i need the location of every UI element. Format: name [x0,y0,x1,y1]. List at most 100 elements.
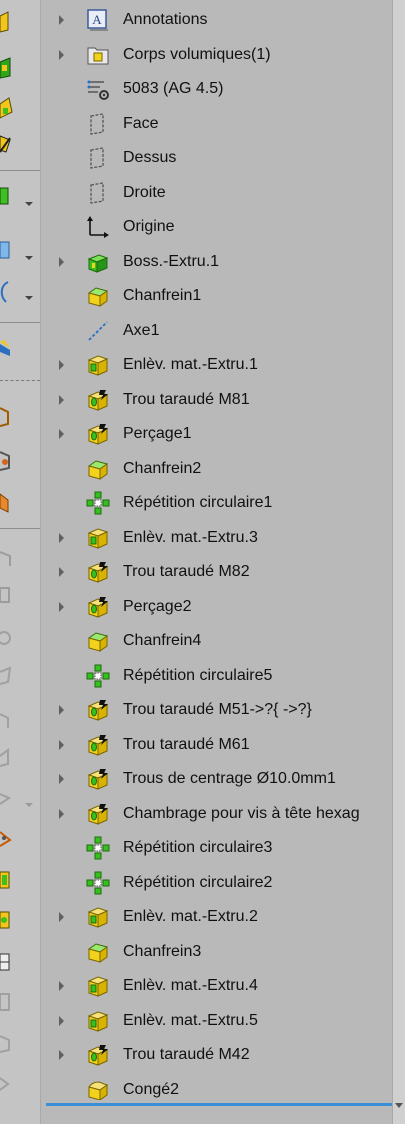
loft-boss-tool-icon[interactable] [0,132,22,156]
circular-pattern-icon [86,664,110,688]
expand-arrow-icon[interactable] [59,912,64,922]
curve-driven-tool-icon-disabled[interactable] [0,1070,22,1094]
tree-item[interactable]: 5083 (AG 4.5) [46,72,392,106]
expand-arrow-icon[interactable] [59,15,64,25]
chevron-down-icon[interactable] [25,796,33,807]
table-tool-icon[interactable] [0,950,22,974]
fillet-tool-icon-disabled[interactable] [0,546,22,570]
tree-item[interactable]: Répétition circulaire1 [46,486,392,520]
move-face-tool-icon-disabled[interactable] [0,1030,22,1054]
hole-wizard-icon [86,767,110,791]
tree-item[interactable]: Trous de centrage Ø10.0mm1 [46,762,392,796]
hole-wizard-icon [86,698,110,722]
tree-item-label: Trou taraudé M82 [123,563,250,580]
tree-item[interactable]: Boss.-Extru.1 [46,245,392,279]
expand-arrow-icon[interactable] [59,1015,64,1026]
swept-cut-tool-icon[interactable] [0,490,22,514]
chevron-down-icon[interactable] [25,195,33,206]
tree-item-label: Enlèv. mat.-Extru.4 [123,977,258,994]
tree-item[interactable]: Trou taraudé M42 [46,1038,392,1072]
reference-geometry-tool-icon[interactable] [0,238,22,262]
tree-item[interactable]: Perçage1 [46,417,392,451]
extruded-cut-tool-icon[interactable] [0,404,22,428]
tree-item-label: Répétition circulaire3 [123,839,273,856]
tree-item[interactable]: Perçage2 [46,590,392,624]
toolbar-separator [0,322,40,323]
expand-arrow-icon[interactable] [59,1050,64,1060]
tree-item-label: Perçage2 [123,597,192,615]
tree-item[interactable]: Trou taraudé M81 [46,383,392,417]
tree-item[interactable]: Trou taraudé M82 [46,555,392,589]
split-tool-icon-disabled[interactable] [0,990,22,1014]
instant3d-tool-icon[interactable] [0,336,22,360]
tree-scrollbar[interactable] [392,0,405,1124]
tree-item-label: Boss.-Extru.1 [123,252,220,270]
expand-arrow-icon[interactable] [59,981,64,991]
sweep-boss-tool-icon[interactable] [0,96,22,120]
expand-arrow-icon[interactable] [59,394,64,405]
cut-extrude-icon [86,905,110,929]
tree-item-label: Trou taraudé M42 [123,1046,250,1063]
boss-extrude-icon [86,250,110,274]
tree-item[interactable]: Chanfrein2 [46,452,392,486]
tree-item[interactable]: Congé2 [46,1073,392,1100]
expand-arrow-icon[interactable] [59,808,64,819]
cut-extrude-tool-icon[interactable] [0,868,22,892]
tree-item[interactable]: Corps volumiques(1) [46,38,392,72]
mirror-tool-icon[interactable] [0,826,22,850]
rib-tool-icon-disabled[interactable] [0,626,22,650]
tree-item[interactable]: Enlèv. mat.-Extru.3 [46,521,392,555]
tree-item[interactable]: Répétition circulaire5 [46,659,392,693]
expand-arrow-icon[interactable] [59,429,64,439]
chevron-down-icon[interactable] [25,249,33,260]
tree-item-label: Chambrage pour vis à tête hexag [123,804,360,822]
boundary-boss-tool-icon[interactable] [0,184,22,208]
tree-item[interactable]: Répétition circulaire3 [46,831,392,865]
scroll-down-icon[interactable] [395,1103,403,1108]
pattern-tool-icon-disabled[interactable] [0,584,22,608]
expand-arrow-icon[interactable] [59,49,64,60]
expand-arrow-icon[interactable] [59,705,64,715]
expand-arrow-icon[interactable] [59,256,64,267]
revolve-boss-tool-icon[interactable] [0,56,22,80]
revolved-cut-tool-icon[interactable] [0,448,22,472]
expand-arrow-icon[interactable] [59,532,64,543]
tree-item[interactable]: Chanfrein4 [46,624,392,658]
expand-arrow-icon[interactable] [59,567,64,577]
expand-arrow-icon[interactable] [59,601,64,612]
tree-item[interactable]: Répétition circulaire2 [46,866,392,900]
tree-item[interactable]: Trou taraudé M61 [46,728,392,762]
cut-extrude-icon [86,353,110,377]
intersect-tool-icon-disabled[interactable] [0,786,22,810]
tree-item[interactable]: Enlèv. mat.-Extru.5 [46,1004,392,1038]
wrap-tool-icon-disabled[interactable] [0,746,22,770]
cut-extrude-icon [86,974,110,998]
tree-item[interactable]: Droite [46,176,392,210]
expand-arrow-icon[interactable] [59,739,64,750]
tree-item-label: Répétition circulaire5 [123,666,273,684]
draft-tool-icon-disabled[interactable] [0,664,22,688]
origin-icon [86,215,110,239]
hole-wizard-tool-icon[interactable] [0,908,22,932]
chevron-down-icon[interactable] [25,289,33,300]
tree-item[interactable]: A Annotations [46,3,392,37]
shell-tool-icon-disabled[interactable] [0,708,22,732]
expand-arrow-icon[interactable] [59,360,64,370]
extrude-boss-tool-icon[interactable] [0,10,22,34]
tree-item[interactable]: Chanfrein1 [46,279,392,313]
tree-item-label: Annotations [123,11,208,28]
expand-arrow-icon[interactable] [59,774,64,784]
tree-item[interactable]: Chambrage pour vis à tête hexag [46,797,392,831]
tree-item-label: Trou taraudé M51->?{ ->?} [123,701,312,718]
tree-item[interactable]: Axe1 [46,314,392,348]
tree-item[interactable]: Face [46,107,392,141]
tree-item[interactable]: Trou taraudé M51->?{ ->?} [46,693,392,727]
curves-tool-icon[interactable] [0,280,22,304]
tree-item[interactable]: Enlèv. mat.-Extru.1 [46,348,392,382]
tree-item[interactable]: Dessus [46,141,392,175]
tree-rollback-bar[interactable] [46,1103,392,1106]
tree-item[interactable]: Origine [46,210,392,244]
tree-item[interactable]: Enlèv. mat.-Extru.2 [46,900,392,934]
tree-item[interactable]: Chanfrein3 [46,935,392,969]
tree-item[interactable]: Enlèv. mat.-Extru.4 [46,969,392,1003]
